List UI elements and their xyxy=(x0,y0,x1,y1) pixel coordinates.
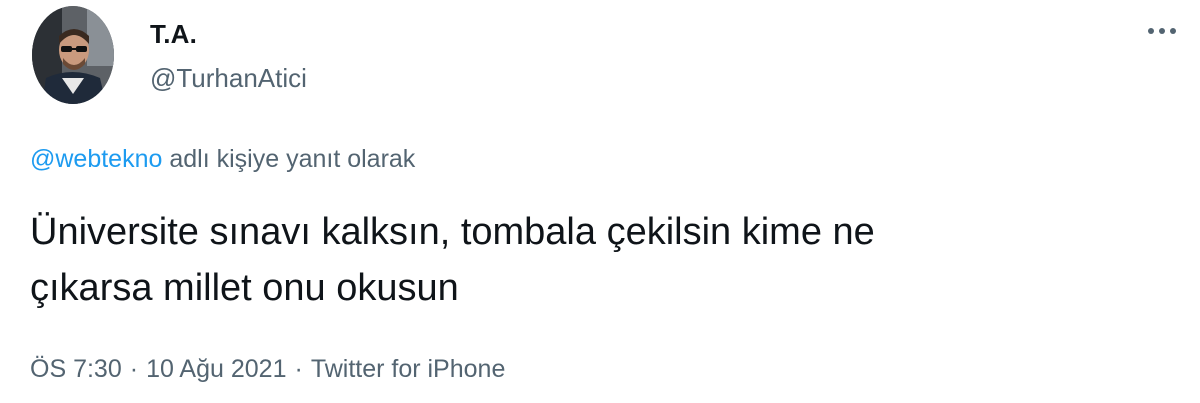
tweet-source[interactable]: Twitter for iPhone xyxy=(311,355,506,384)
reply-context-text: adlı kişiye yanıt olarak xyxy=(162,145,416,173)
tweet-date[interactable]: 10 Ağu 2021 xyxy=(146,355,286,384)
author-display-name[interactable]: T.A. xyxy=(150,19,197,50)
author-handle[interactable]: @TurhanAtici xyxy=(150,63,307,94)
tweet-time[interactable]: ÖS 7:30 xyxy=(30,355,122,384)
ellipsis-icon xyxy=(1170,28,1176,34)
tweet-text: Üniversite sınavı kalksın, tombala çekil… xyxy=(30,211,875,309)
avatar[interactable] xyxy=(32,6,114,104)
more-options-button[interactable] xyxy=(1140,16,1184,46)
reply-context: @webtekno adlı kişiye yanıt olarak xyxy=(30,145,415,174)
ellipsis-icon xyxy=(1159,28,1165,34)
profile-photo-icon xyxy=(32,6,114,104)
meta-separator: · xyxy=(129,355,139,383)
tweet-card: T.A. @TurhanAtici @webtekno adlı kişiye … xyxy=(0,0,1200,403)
reply-mention-link[interactable]: @webtekno xyxy=(30,145,162,173)
ellipsis-icon xyxy=(1148,28,1154,34)
tweet-metadata: ÖS 7:30 · 10 Ağu 2021 · Twitter for iPhone xyxy=(30,355,505,384)
meta-separator: · xyxy=(294,355,303,383)
